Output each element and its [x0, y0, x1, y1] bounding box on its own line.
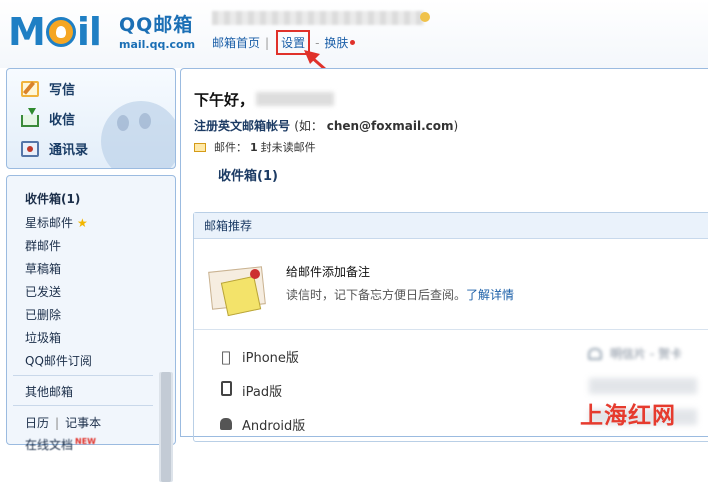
- folder-spam[interactable]: 垃圾箱: [25, 329, 61, 346]
- nav-separator: |: [265, 35, 270, 50]
- recommend-desc: 读信时，记下备忘方便日后查阅。了解详情: [286, 286, 514, 303]
- unread-count: 1: [250, 140, 258, 154]
- receive-button[interactable]: 收信: [21, 107, 76, 128]
- client-iphone-label: iPhone版: [242, 351, 299, 366]
- tablet-icon: [218, 381, 234, 400]
- sidebar-scrollbar[interactable]: [159, 372, 173, 482]
- register-example: (如： chen@foxmail.com): [294, 119, 458, 133]
- example-prefix: (如：: [294, 119, 323, 133]
- pen-icon: [21, 80, 39, 97]
- note-pin-shape: [250, 269, 260, 279]
- download-tray-icon: [21, 107, 39, 127]
- app-header: Mil QQ邮箱 mail.qq.com 邮箱首页 | 设置 - 换肤: [0, 0, 708, 86]
- star-icon: ★: [77, 216, 88, 230]
- write-button[interactable]: 写信: [21, 79, 75, 98]
- brand-block: QQ邮箱 mail.qq.com: [119, 10, 195, 51]
- brand-name: QQ邮箱: [119, 14, 194, 36]
- contacts-label: 通讯录: [49, 143, 89, 158]
- inbox-link[interactable]: 收件箱(1): [218, 165, 278, 184]
- tools-separator: |: [55, 416, 60, 430]
- new-badge: NEW: [75, 437, 96, 446]
- learn-more-link[interactable]: 了解详情: [466, 288, 514, 302]
- folder-starred[interactable]: 星标邮件 ★: [25, 214, 88, 231]
- folder-list: 收件箱(1) 星标邮件 ★ 群邮件 草稿箱 已发送 已删除 垃圾箱 QQ邮件订阅 …: [6, 175, 176, 482]
- folder-divider-2: [13, 405, 153, 406]
- blurred-item: [589, 378, 697, 394]
- apple-icon: : [218, 348, 234, 366]
- folder-divider: [13, 375, 153, 376]
- folder-starred-label: 星标邮件: [25, 216, 74, 230]
- recommend-title[interactable]: 给邮件添加备注: [286, 263, 370, 280]
- receive-label: 收信: [49, 113, 76, 128]
- register-label: 注册英文邮箱帐号: [194, 119, 291, 133]
- client-android-label: Android版: [242, 419, 306, 434]
- client-ipad[interactable]: iPad版: [218, 381, 282, 400]
- recommend-header: 邮箱推荐: [194, 213, 708, 239]
- vip-coin-icon[interactable]: [420, 12, 430, 22]
- blurred-username: [256, 92, 335, 106]
- notes-link[interactable]: 记事本: [65, 416, 101, 430]
- unread-prefix: 邮件：: [214, 141, 247, 154]
- android-icon: [218, 416, 234, 434]
- site-watermark: 上海红网: [580, 402, 676, 429]
- folder-group[interactable]: 群邮件: [25, 237, 61, 254]
- unread-summary: 邮件： 1 封未读邮件: [194, 139, 316, 155]
- folder-deleted[interactable]: 已删除: [25, 306, 61, 323]
- tools-row: 日历 | 记事本: [25, 414, 101, 431]
- client-android[interactable]: Android版: [218, 415, 305, 434]
- qq-mail-logo[interactable]: Mil: [8, 9, 102, 54]
- penguin-watermark-icon: [101, 101, 175, 168]
- greeting-text: 下午好，: [194, 91, 255, 109]
- folder-inbox[interactable]: 收件箱(1): [25, 190, 80, 207]
- envelope-icon: [194, 142, 206, 152]
- address-book-icon: [21, 140, 39, 157]
- recommend-desc-text: 读信时，记下备忘方便日后查阅。: [286, 288, 467, 302]
- sticky-note-envelope-icon: [208, 265, 266, 317]
- recommend-divider: [194, 329, 708, 330]
- unread-link[interactable]: 封未读邮件: [261, 139, 316, 155]
- register-english-account[interactable]: 注册英文邮箱帐号 (如： chen@foxmail.com): [194, 117, 458, 134]
- calendar-link[interactable]: 日历: [25, 416, 49, 430]
- heart-card-icon: [588, 347, 602, 360]
- blurred-account-info: [212, 11, 424, 25]
- docs-row[interactable]: 在线文档 NEW: [25, 436, 96, 453]
- folder-sent[interactable]: 已发送: [25, 283, 61, 300]
- contacts-button[interactable]: 通讯录: [21, 139, 88, 158]
- mailbox-home-link[interactable]: 邮箱首页: [212, 34, 260, 51]
- brand-url: mail.qq.com: [119, 38, 196, 51]
- client-iphone[interactable]:  iPhone版: [218, 347, 299, 367]
- postcard-label: 明信片 - 贺卡: [610, 347, 682, 361]
- docs-link: 在线文档: [25, 438, 74, 452]
- sidebar-scroll-thumb[interactable]: [161, 372, 171, 482]
- write-label: 写信: [49, 83, 76, 98]
- penguin-logo-icon: [45, 17, 76, 47]
- sidebar: 写信 收信 通讯录 收件箱(1) 星标邮件 ★ 群邮件 草稿箱 已发送 已删除 垃…: [6, 68, 176, 482]
- example-address: chen@foxmail.com: [326, 119, 454, 133]
- new-dot-icon: [350, 40, 356, 45]
- greeting: 下午好，: [194, 89, 335, 110]
- client-ipad-label: iPad版: [242, 385, 283, 400]
- folder-subscription[interactable]: QQ邮件订阅: [25, 352, 92, 369]
- main-content: 下午好， 注册英文邮箱帐号 (如： chen@foxmail.com) 邮件： …: [180, 68, 708, 442]
- action-panel: 写信 收信 通讯录: [6, 68, 176, 169]
- folder-other-mailboxes[interactable]: 其他邮箱: [25, 383, 73, 400]
- note-paper-shape: [220, 275, 262, 317]
- logo-wordmark: Mil: [8, 10, 102, 54]
- folder-drafts[interactable]: 草稿箱: [25, 260, 61, 277]
- example-suffix: ): [453, 119, 459, 133]
- postcard-link[interactable]: 明信片 - 贺卡: [588, 345, 682, 362]
